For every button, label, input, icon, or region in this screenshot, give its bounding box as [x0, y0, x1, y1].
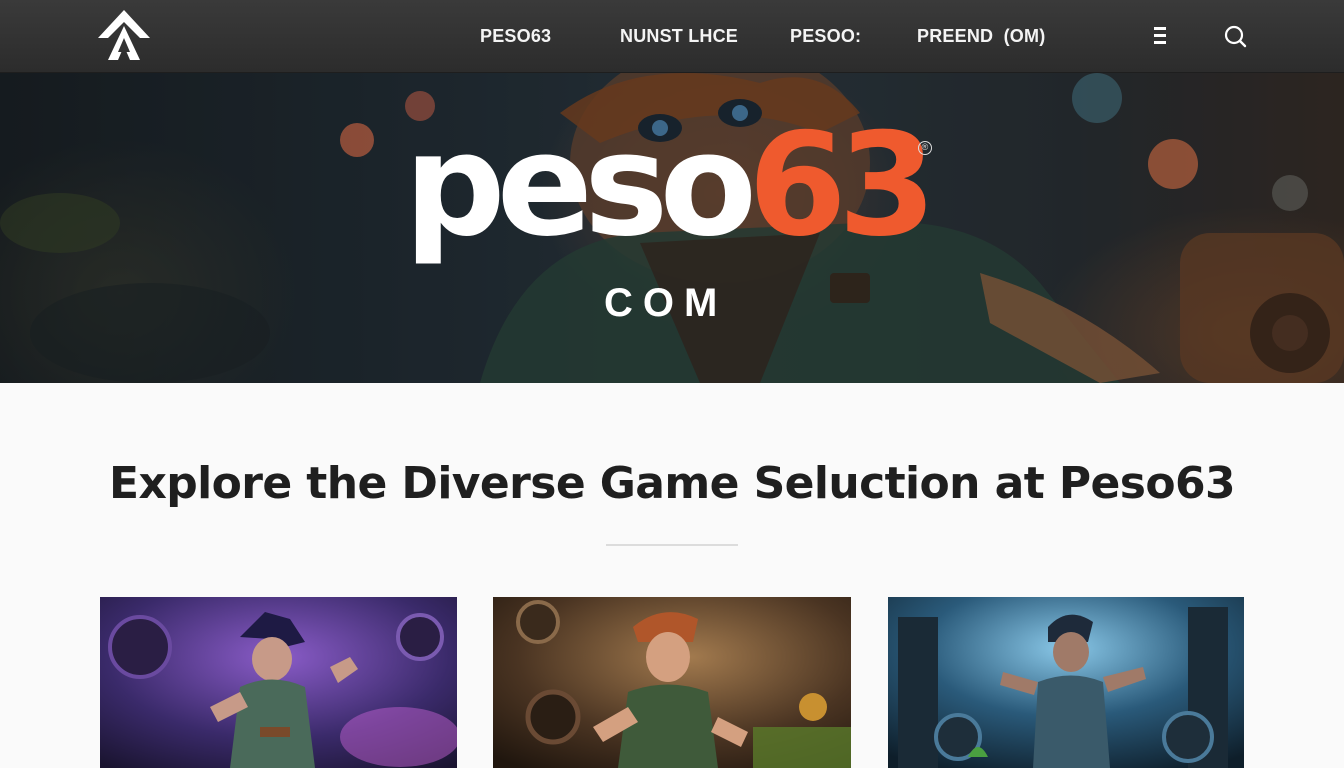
search-icon[interactable]	[1221, 22, 1249, 50]
game-card-image	[888, 597, 1244, 768]
game-card-1[interactable]	[100, 597, 457, 768]
section-title: Explore the Diverse Game Seluction at Pe…	[108, 458, 1236, 509]
brand-number: 63	[748, 103, 937, 268]
registered-mark: ®	[918, 141, 932, 155]
nav-link-peso63[interactable]: PESO63	[480, 26, 551, 47]
bokeh-light	[1148, 139, 1198, 189]
nav-link-4[interactable]: PREEND (OM)	[917, 26, 1045, 47]
nav-link-peso63-main: PESO	[480, 26, 531, 46]
bokeh-light	[1072, 73, 1122, 123]
menu-icon[interactable]	[1148, 22, 1176, 50]
game-card-image	[493, 597, 851, 768]
game-card-image	[100, 597, 457, 768]
title-divider	[606, 544, 738, 546]
brand-name: peso	[404, 103, 757, 268]
bokeh-light	[340, 123, 374, 157]
nav-link-2[interactable]: NUNST LHCE	[620, 26, 738, 47]
nav-links: PESO63 NUNST LHCE PESOO: PREEND (OM)	[0, 0, 1344, 73]
brand-logo-text: peso63	[404, 115, 937, 257]
brand-suffix: COM	[604, 281, 728, 325]
nav-link-peso63-number: 63	[530, 26, 552, 46]
nav-link-3[interactable]: PESOO:	[790, 26, 861, 47]
game-card-3[interactable]	[888, 597, 1244, 768]
top-navigation-bar: PESO63 NUNST LHCE PESOO: PREEND (OM)	[0, 0, 1344, 73]
hero-banner: peso63 ® COM	[0, 73, 1344, 383]
game-card-2[interactable]	[493, 597, 851, 768]
